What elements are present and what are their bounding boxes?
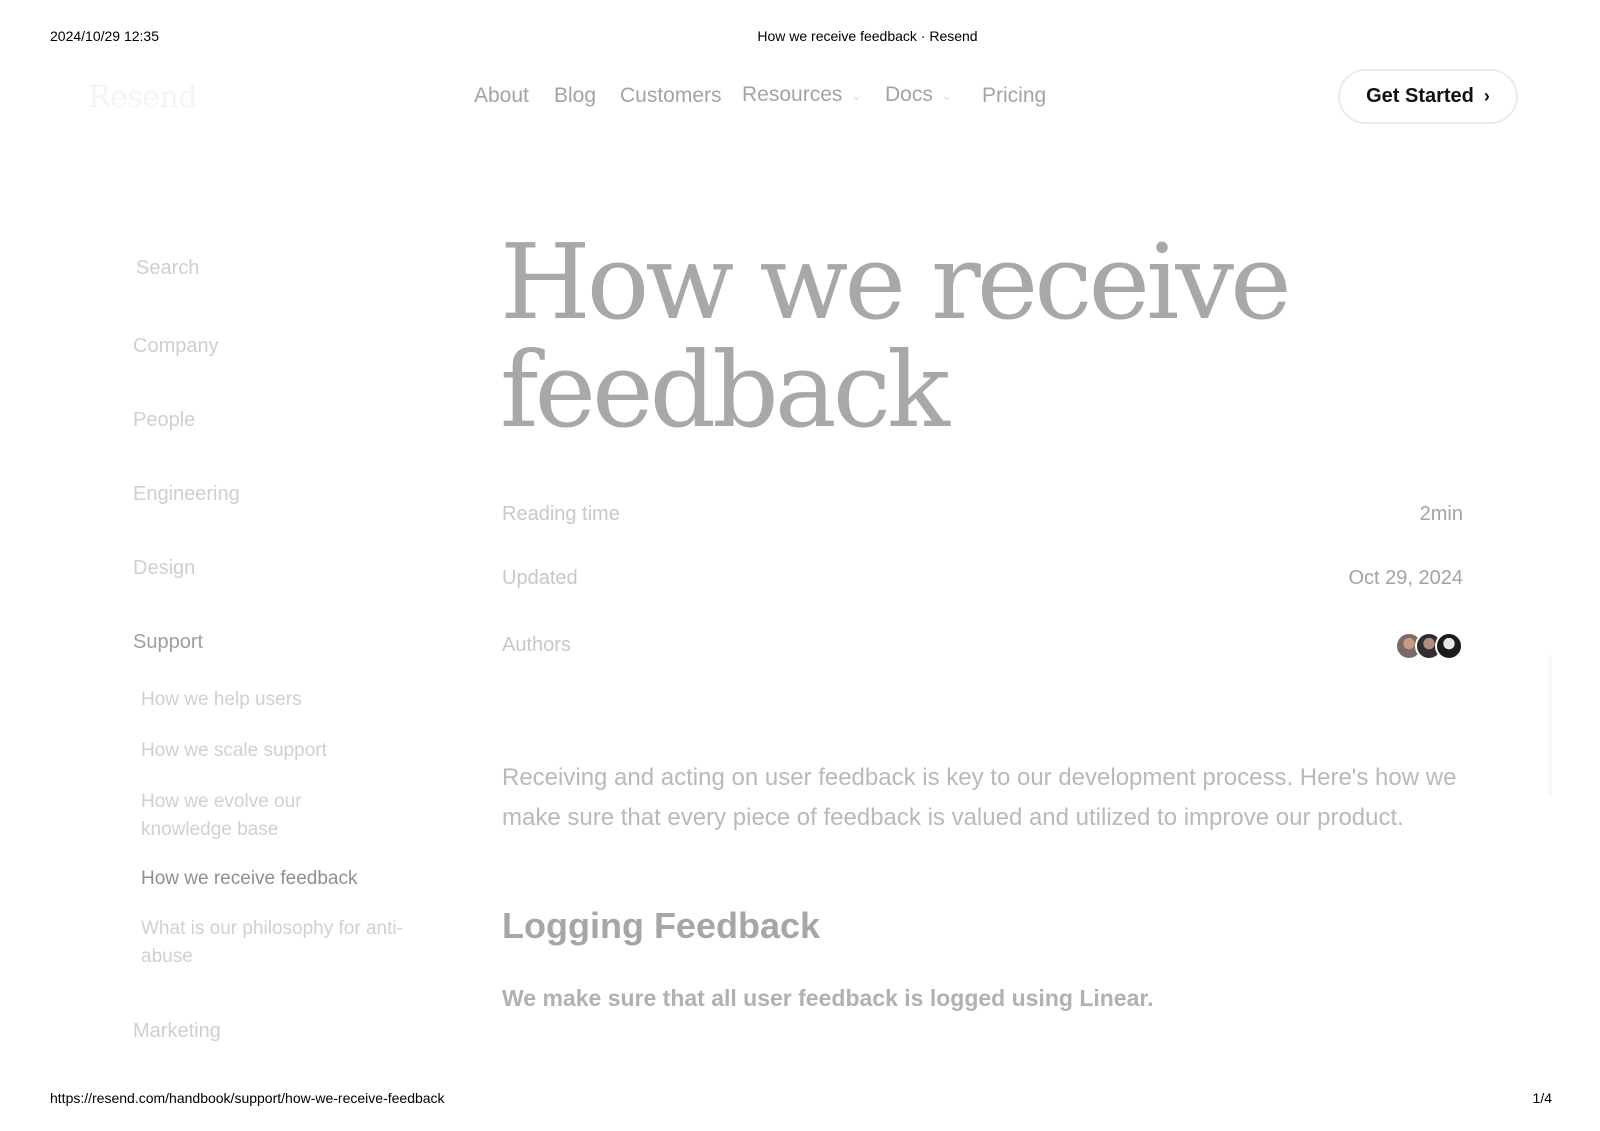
authors-label: Authors — [502, 634, 571, 656]
sidebar-item-knowledge-base[interactable]: How we evolve our knowledge base — [141, 788, 371, 844]
sidebar-item-how-we-help-users[interactable]: How we help users — [141, 686, 401, 714]
nav-pricing[interactable]: Pricing — [982, 84, 1046, 108]
sidebar-item-how-we-receive-feedback[interactable]: How we receive feedback — [141, 865, 401, 893]
nav-docs[interactable]: Docs ⌄ — [885, 83, 953, 107]
chevron-right-icon: › — [1483, 86, 1490, 106]
nav-customers[interactable]: Customers — [620, 84, 722, 108]
sidebar-section-marketing[interactable]: Marketing — [133, 1020, 221, 1043]
nav-resources[interactable]: Resources ⌄ — [742, 83, 862, 107]
sidebar-section-engineering[interactable]: Engineering — [133, 483, 240, 506]
nav-resources-label: Resources — [742, 83, 843, 106]
sidebar-section-company[interactable]: Company — [133, 335, 219, 358]
avatar[interactable] — [1435, 632, 1463, 660]
nav-blog[interactable]: Blog — [554, 84, 596, 108]
search-button[interactable]: Search — [136, 257, 199, 280]
sidebar-section-people[interactable]: People — [133, 409, 195, 432]
updated-value: Oct 29, 2024 — [1348, 567, 1463, 589]
reading-time-label: Reading time — [502, 503, 620, 525]
section-heading: Logging Feedback — [502, 905, 821, 946]
get-started-label: Get Started — [1366, 85, 1474, 107]
sidebar-item-anti-abuse[interactable]: What is our philosophy for anti-abuse — [141, 915, 411, 971]
print-page-number: 1/4 — [1532, 1090, 1552, 1106]
nav-docs-label: Docs — [885, 83, 933, 106]
page-title: How we receive feedback — [500, 221, 1292, 451]
print-doc-title: How we receive feedback · Resend — [757, 28, 978, 44]
updated-label: Updated — [502, 567, 578, 589]
sidebar-section-design[interactable]: Design — [133, 557, 195, 580]
sidebar-item-how-we-scale-support[interactable]: How we scale support — [141, 737, 401, 765]
section-lead: We make sure that all user feedback is l… — [502, 985, 1154, 1011]
scrollbar[interactable] — [1546, 655, 1552, 795]
get-started-button[interactable]: Get Started › — [1338, 69, 1518, 124]
chevron-down-icon: ⌄ — [940, 86, 953, 103]
chevron-down-icon: ⌄ — [850, 86, 863, 103]
sidebar-section-support[interactable]: Support — [133, 631, 203, 654]
print-url: https://resend.com/handbook/support/how-… — [50, 1090, 445, 1106]
author-avatars — [1395, 632, 1463, 660]
nav-about[interactable]: About — [474, 84, 529, 108]
logo[interactable]: Resend — [88, 80, 198, 115]
reading-time-value: 2min — [1419, 503, 1463, 525]
article-intro: Receiving and acting on user feedback is… — [502, 764, 1457, 831]
